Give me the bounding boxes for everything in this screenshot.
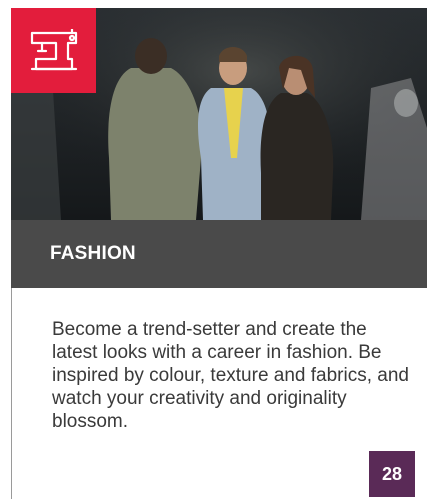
category-title: FASHION xyxy=(50,243,136,264)
category-icon-tile xyxy=(11,8,96,93)
page-number-badge: 28 xyxy=(369,451,415,497)
card-left-border xyxy=(11,288,12,499)
category-bar: FASHION xyxy=(11,220,427,288)
sewing-machine-icon xyxy=(30,28,77,70)
career-card: FASHION Become a trend-setter and create… xyxy=(0,0,427,499)
career-description: Become a trend-setter and create the lat… xyxy=(52,319,409,432)
